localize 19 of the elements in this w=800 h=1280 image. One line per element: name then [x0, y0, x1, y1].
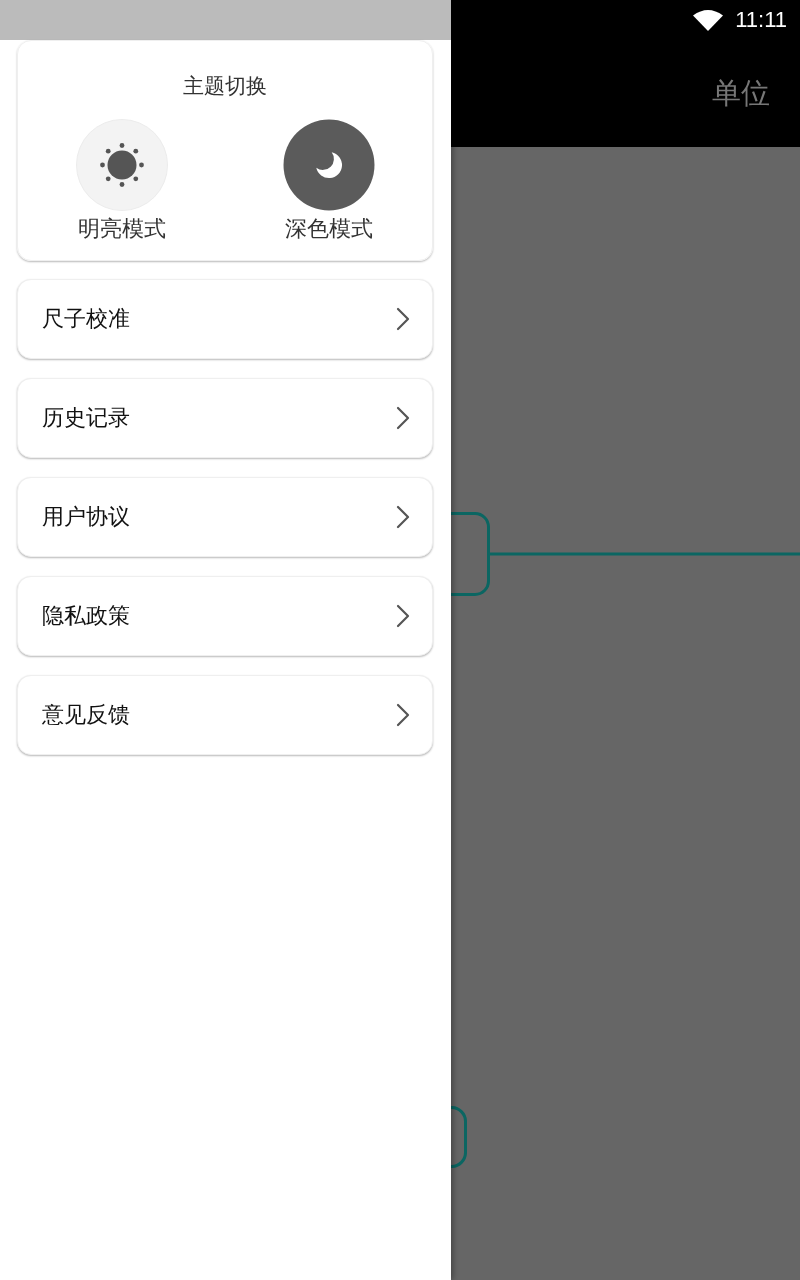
- unit-button[interactable]: 单位: [712, 74, 770, 112]
- menu-item[interactable]: 历史记录: [17, 378, 433, 458]
- dark-mode-option[interactable]: 深色模式: [282, 119, 375, 244]
- light-mode-option[interactable]: 明亮模式: [75, 119, 168, 244]
- menu-item[interactable]: 尺子校准: [17, 279, 433, 359]
- chevron-right-icon: [396, 703, 410, 727]
- moon-icon: [282, 119, 375, 211]
- chevron-right-icon: [396, 505, 410, 529]
- menu-item[interactable]: 用户协议: [17, 477, 433, 557]
- menu-item[interactable]: 隐私政策: [17, 576, 433, 656]
- chevron-right-icon: [396, 604, 410, 628]
- theme-card-title: 主题切换: [183, 73, 267, 100]
- chevron-right-icon: [396, 307, 410, 331]
- bracket-marker: [451, 1106, 467, 1168]
- status-time: 11:11: [735, 7, 787, 33]
- wifi-icon: [693, 9, 724, 31]
- chevron-right-icon: [396, 406, 410, 430]
- menu-item[interactable]: 意见反馈: [17, 675, 433, 755]
- sun-icon: [75, 119, 168, 211]
